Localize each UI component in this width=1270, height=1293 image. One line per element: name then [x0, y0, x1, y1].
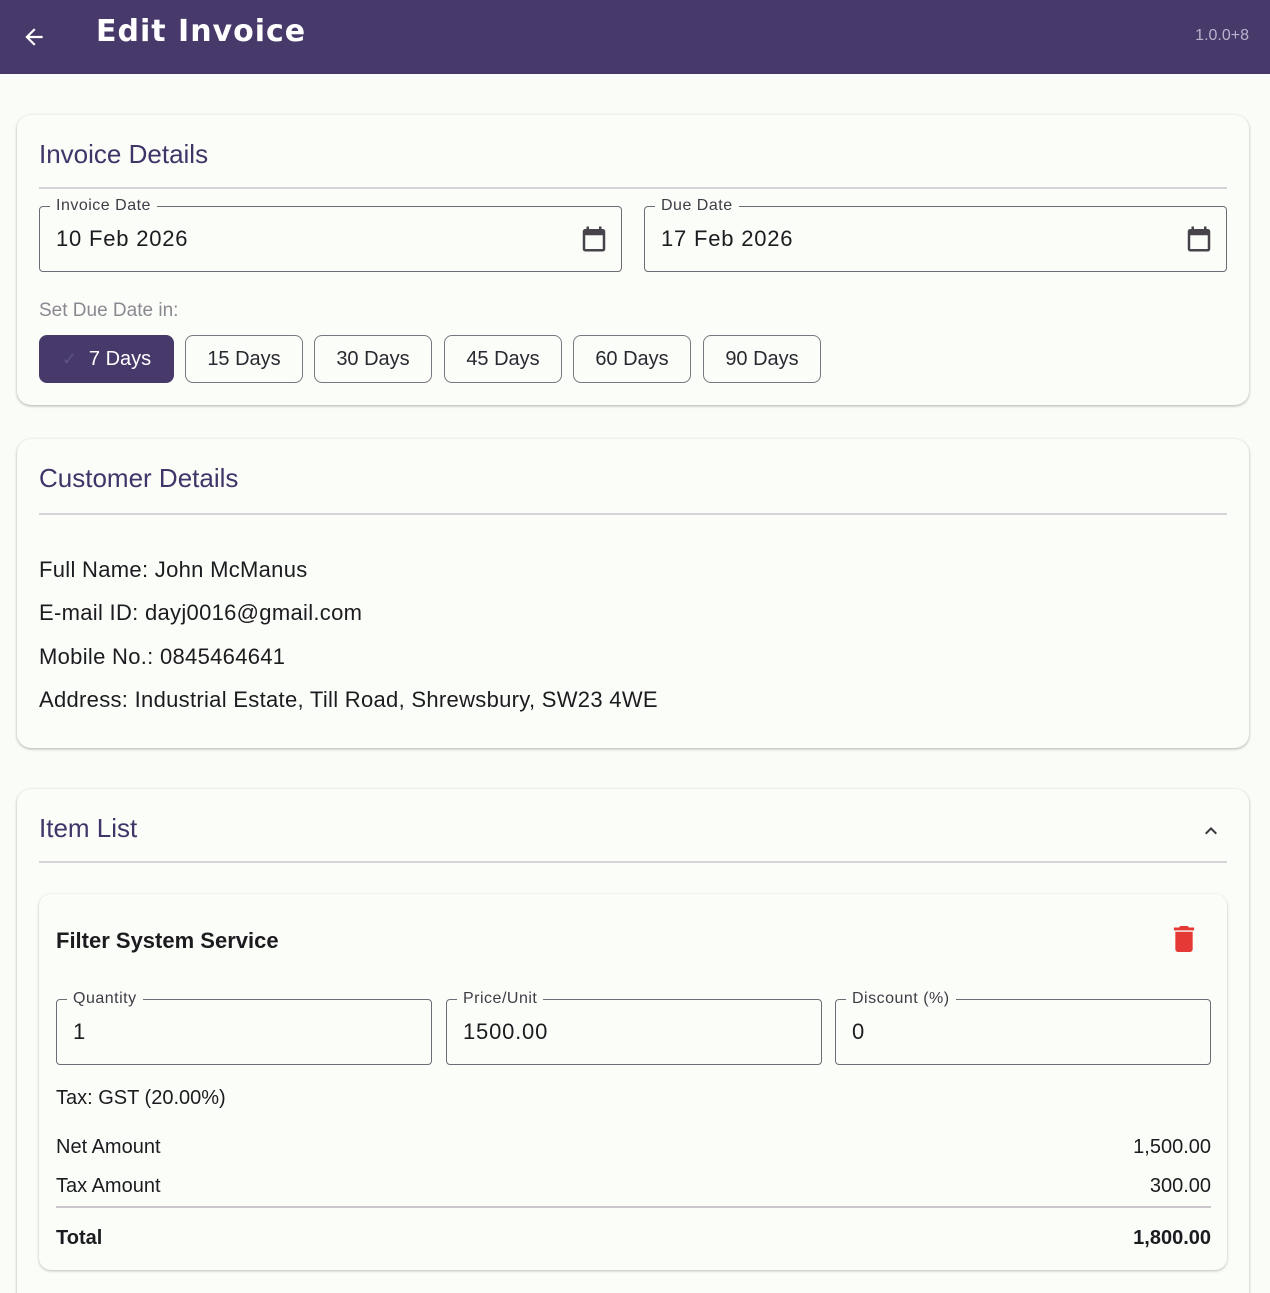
net-amount-value: 1,500.00	[1133, 1136, 1211, 1158]
calendar-icon[interactable]	[1184, 223, 1214, 255]
price-unit-label: Price/Unit	[457, 990, 544, 1008]
customer-details-title: Customer Details	[39, 463, 239, 493]
invoice-date-field[interactable]: Invoice Date 10 Feb 2026	[39, 197, 622, 272]
chip-60-days[interactable]: 60 Days	[573, 335, 691, 383]
chip-label: 7 Days	[88, 347, 152, 370]
chip-15-days[interactable]: 15 Days	[185, 335, 303, 383]
tax-info: Tax: GST (20.00%)	[56, 1087, 226, 1109]
item-list-title: Item List	[39, 813, 138, 843]
due-date-label: Due Date	[655, 197, 739, 215]
invoice-date-value: 10 Feb 2026	[56, 226, 189, 251]
total-row: Total 1,800.00	[56, 1227, 1211, 1250]
back-button[interactable]	[14, 17, 54, 57]
customer-email: E-mail ID: dayj0016@gmail.com	[39, 600, 363, 625]
tax-amount-value: 300.00	[1149, 1175, 1211, 1197]
section-divider	[39, 513, 1227, 515]
quantity-label: Quantity	[67, 990, 143, 1008]
chip-label: 60 Days	[595, 347, 669, 370]
section-divider	[39, 861, 1227, 863]
app-bar: Edit Invoice 1.0.0+8	[0, 0, 1270, 74]
chip-30-days[interactable]: 30 Days	[314, 335, 432, 383]
check-icon: ✓	[61, 348, 77, 369]
item-name: Filter System Service	[56, 928, 279, 953]
chevron-up-icon[interactable]	[1199, 819, 1223, 843]
net-amount-row: Net Amount 1,500.00	[56, 1136, 1211, 1159]
delete-icon[interactable]	[1173, 926, 1195, 952]
total-value: 1,800.00	[1133, 1227, 1211, 1249]
invoice-details-card: Invoice Details Invoice Date 10 Feb 2026…	[17, 115, 1249, 405]
arrow-back-icon	[25, 28, 43, 46]
set-due-date-label: Set Due Date in:	[39, 300, 179, 321]
net-amount-label: Net Amount	[56, 1136, 161, 1158]
chip-7-days[interactable]: ✓ 7 Days	[39, 335, 174, 383]
customer-address: Address: Industrial Estate, Till Road, S…	[39, 687, 658, 712]
chip-label: 15 Days	[207, 347, 281, 370]
chip-label: 90 Days	[725, 347, 799, 370]
item-list-card: Item List Filter System Service Quantity…	[17, 789, 1249, 1293]
quantity-field[interactable]: Quantity 1	[56, 990, 432, 1065]
quantity-value: 1	[73, 1019, 87, 1044]
customer-full-name: Full Name: John McManus	[39, 557, 308, 582]
customer-mobile: Mobile No.: 0845464641	[39, 644, 286, 669]
tax-amount-row: Tax Amount 300.00	[56, 1175, 1211, 1198]
section-divider	[39, 187, 1227, 189]
discount-field[interactable]: Discount (%) 0	[835, 990, 1211, 1065]
chip-label: 45 Days	[466, 347, 540, 370]
chip-90-days[interactable]: 90 Days	[703, 335, 821, 383]
due-date-field[interactable]: Due Date 17 Feb 2026	[644, 197, 1227, 272]
item-card: Filter System Service Quantity 1 Price/U…	[39, 894, 1227, 1270]
page-title: Edit Invoice	[96, 14, 307, 49]
app-version: 1.0.0+8	[1195, 27, 1249, 44]
chip-45-days[interactable]: 45 Days	[444, 335, 562, 383]
due-date-value: 17 Feb 2026	[661, 226, 794, 251]
summary-divider	[56, 1206, 1211, 1208]
calendar-icon[interactable]	[579, 223, 609, 255]
invoice-details-title: Invoice Details	[39, 139, 209, 169]
customer-details-card: Customer Details Full Name: John McManus…	[17, 439, 1249, 748]
discount-value: 0	[852, 1019, 866, 1044]
total-label: Total	[56, 1227, 103, 1249]
price-unit-value: 1500.00	[463, 1019, 549, 1044]
tax-amount-label: Tax Amount	[56, 1175, 161, 1197]
price-unit-field[interactable]: Price/Unit 1500.00	[446, 990, 822, 1065]
discount-label: Discount (%)	[846, 990, 956, 1008]
chip-label: 30 Days	[336, 347, 410, 370]
invoice-date-label: Invoice Date	[50, 197, 157, 215]
